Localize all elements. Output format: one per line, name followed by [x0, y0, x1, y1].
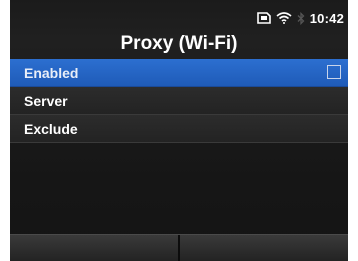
menu-item-enabled[interactable]: Enabled	[10, 59, 348, 87]
menu-item-label: Exclude	[24, 121, 78, 137]
sd-card-icon	[256, 12, 271, 24]
clock: 10:42	[309, 10, 344, 26]
menu-item-label: Server	[24, 93, 68, 109]
softkey-bar	[10, 234, 348, 261]
softkey-left[interactable]	[10, 235, 178, 261]
printer-display: 10:42 Proxy (Wi-Fi) Enabled Server Exclu…	[0, 0, 358, 261]
right-frame	[348, 0, 358, 261]
menu-item-label: Enabled	[24, 65, 79, 81]
page-title: Proxy (Wi-Fi)	[120, 33, 238, 54]
menu-item-server[interactable]: Server	[10, 87, 348, 115]
bluetooth-icon	[297, 11, 305, 25]
settings-menu: Enabled Server Exclude	[10, 59, 348, 143]
menu-item-exclude[interactable]: Exclude	[10, 115, 348, 143]
left-frame	[0, 0, 10, 261]
enabled-checkbox[interactable]	[327, 65, 341, 79]
softkey-right[interactable]	[178, 235, 348, 261]
status-bar: 10:42	[256, 10, 344, 26]
wifi-icon	[276, 12, 292, 24]
